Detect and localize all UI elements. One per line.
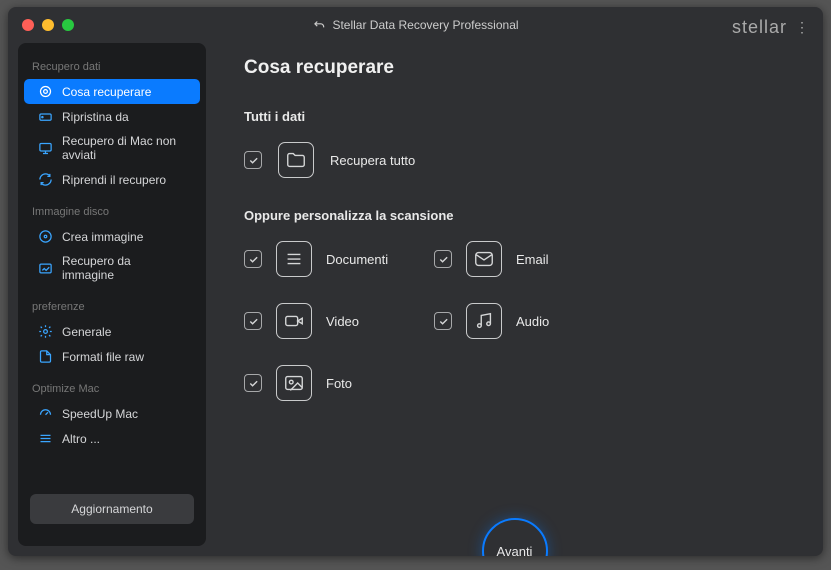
sidebar-item-raw-formats[interactable]: Formati file raw (24, 344, 200, 369)
sidebar-item-create-image[interactable]: Crea immagine (24, 224, 200, 249)
maximize-window-button[interactable] (62, 19, 74, 31)
list-icon (38, 431, 53, 446)
minimize-window-button[interactable] (42, 19, 54, 31)
refresh-icon (38, 172, 53, 187)
option-video[interactable]: Video (244, 303, 434, 339)
option-label: Video (326, 314, 359, 329)
checkbox-video[interactable] (244, 312, 262, 330)
monitor-icon (38, 141, 53, 156)
option-email[interactable]: Email (434, 241, 624, 277)
main-content: Cosa recuperare Tutti i dati Recupera tu… (206, 43, 823, 556)
file-icon (38, 349, 53, 364)
folder-icon (278, 142, 314, 178)
sidebar-item-label: Ripristina da (62, 110, 129, 124)
sidebar-header-preferences: preferenze (18, 295, 206, 319)
gear-icon (38, 324, 53, 339)
all-data-header: Tutti i dati (244, 109, 787, 124)
image-recover-icon (38, 261, 53, 276)
sidebar-header-optimize: Optimize Mac (18, 377, 206, 401)
sidebar-item-label: Generale (62, 325, 111, 339)
drive-icon (38, 109, 53, 124)
sidebar-item-non-booting-mac[interactable]: Recupero di Mac non avviati (24, 129, 200, 167)
sidebar-item-other[interactable]: Altro ... (24, 426, 200, 451)
checkbox-recover-all[interactable] (244, 151, 262, 169)
option-documents[interactable]: Documenti (244, 241, 434, 277)
gauge-icon (38, 406, 53, 421)
checkbox-audio[interactable] (434, 312, 452, 330)
sidebar-item-label: Recupero di Mac non avviati (62, 134, 186, 162)
video-icon (276, 303, 312, 339)
back-arrow-icon (312, 18, 326, 32)
window-controls (22, 19, 74, 31)
sidebar-item-label: Altro ... (62, 432, 100, 446)
option-photo[interactable]: Foto (244, 365, 434, 401)
recover-all-label: Recupera tutto (330, 153, 415, 168)
close-window-button[interactable] (22, 19, 34, 31)
sidebar-item-label: Riprendi il recupero (62, 173, 166, 187)
sidebar-item-what-to-recover[interactable]: Cosa recuperare (24, 79, 200, 104)
sidebar-item-speedup-mac[interactable]: SpeedUp Mac (24, 401, 200, 426)
option-label: Documenti (326, 252, 388, 267)
option-label: Foto (326, 376, 352, 391)
sidebar-item-label: Cosa recuperare (62, 85, 151, 99)
option-label: Email (516, 252, 549, 267)
option-label: Audio (516, 314, 549, 329)
disk-icon (38, 229, 53, 244)
brand-logo: stellar (732, 17, 787, 38)
sidebar-header-disk-image: Immagine disco (18, 200, 206, 224)
audio-icon (466, 303, 502, 339)
checkbox-photo[interactable] (244, 374, 262, 392)
sidebar-item-label: Recupero da immagine (62, 254, 186, 282)
page-title: Cosa recuperare (244, 57, 787, 79)
sidebar: Recupero dati Cosa recuperare Ripristina… (18, 43, 206, 546)
sidebar-item-recover-from[interactable]: Ripristina da (24, 104, 200, 129)
photo-icon (276, 365, 312, 401)
option-audio[interactable]: Audio (434, 303, 624, 339)
more-menu-button[interactable]: ⋮ (795, 19, 809, 36)
customize-header: Oppure personalizza la scansione (244, 208, 787, 223)
target-icon (38, 84, 53, 99)
sidebar-item-general[interactable]: Generale (24, 319, 200, 344)
window-title: Stellar Data Recovery Professional (8, 18, 823, 32)
update-button[interactable]: Aggiornamento (30, 494, 194, 524)
titlebar: Stellar Data Recovery Professional stell… (8, 7, 823, 43)
checkbox-documents[interactable] (244, 250, 262, 268)
sidebar-header-recovery: Recupero dati (18, 55, 206, 79)
sidebar-item-recover-from-image[interactable]: Recupero da immagine (24, 249, 200, 287)
sidebar-item-label: Formati file raw (62, 350, 144, 364)
email-icon (466, 241, 502, 277)
app-window: Stellar Data Recovery Professional stell… (8, 7, 823, 556)
sidebar-item-label: SpeedUp Mac (62, 407, 138, 421)
sidebar-item-label: Crea immagine (62, 230, 143, 244)
sidebar-item-resume-recovery[interactable]: Riprendi il recupero (24, 167, 200, 192)
documents-icon (276, 241, 312, 277)
next-button[interactable]: Avanti (482, 518, 548, 556)
checkbox-email[interactable] (434, 250, 452, 268)
